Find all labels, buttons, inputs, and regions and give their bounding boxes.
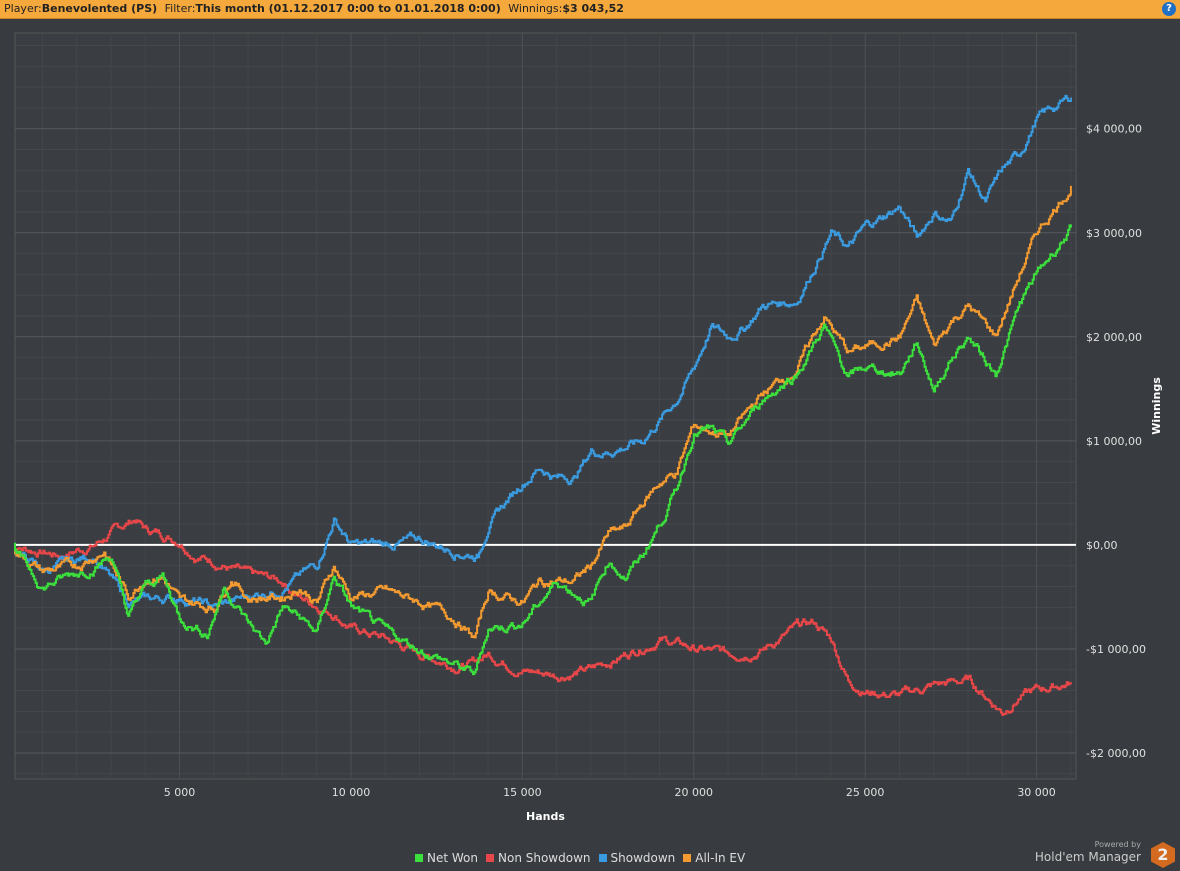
legend-item[interactable]: Net Won bbox=[415, 851, 478, 865]
powered-by: Powered by bbox=[1094, 840, 1141, 849]
chart-legend: Net Won Non Showdown Showdown All-In EV bbox=[415, 851, 745, 865]
legend-item[interactable]: Showdown bbox=[598, 851, 676, 865]
x-tick-label: 20 000 bbox=[675, 786, 714, 799]
y-tick-label: $1 000,00 bbox=[1086, 435, 1142, 448]
legend-item[interactable]: Non Showdown bbox=[486, 851, 591, 865]
legend-label: All-In EV bbox=[695, 851, 746, 865]
x-tick-label: 15 000 bbox=[503, 786, 542, 799]
legend-swatch bbox=[415, 854, 423, 862]
legend-item[interactable]: All-In EV bbox=[683, 851, 745, 865]
x-tick-label: 25 000 bbox=[846, 786, 885, 799]
x-tick-label: 30 000 bbox=[1017, 786, 1056, 799]
plot-area bbox=[14, 32, 1077, 780]
x-tick-label: 10 000 bbox=[332, 786, 371, 799]
brand-name: Hold'em Manager bbox=[1034, 850, 1141, 864]
legend-swatch bbox=[486, 854, 494, 862]
y-tick-label: -$2 000,00 bbox=[1086, 747, 1146, 760]
x-tick-label: 5 000 bbox=[164, 786, 196, 799]
y-tick-label: $0,00 bbox=[1086, 539, 1118, 552]
y-axis-label: Winnings bbox=[1150, 377, 1163, 435]
y-tick-label: $4 000,00 bbox=[1086, 123, 1142, 136]
x-axis-label: Hands bbox=[526, 810, 565, 823]
legend-label: Showdown bbox=[610, 851, 676, 865]
legend-swatch bbox=[683, 854, 692, 862]
winnings-chart: -$2 000,00 -$1 000,00 $0,00 $1 000,00 $2 000… bbox=[14, 32, 1163, 823]
y-tick-label: $3 000,00 bbox=[1086, 227, 1142, 240]
legend-swatch bbox=[598, 854, 607, 862]
legend-label: Net Won bbox=[427, 851, 478, 865]
y-tick-label: -$1 000,00 bbox=[1086, 643, 1146, 656]
y-tick-label: $2 000,00 bbox=[1086, 331, 1142, 344]
legend-label: Non Showdown bbox=[498, 851, 591, 865]
